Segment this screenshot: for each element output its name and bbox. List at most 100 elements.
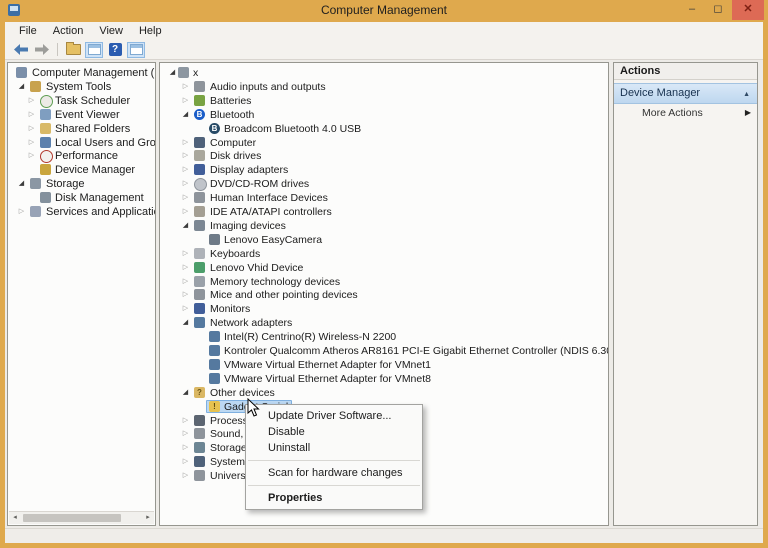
device-tree-item-vmware-virtual-ethernet-adapter-for-vmne[interactable]: VMware Virtual Ethernet Adapter for VMne…	[160, 358, 608, 372]
console-tree-item-device-manager[interactable]: Device Manager	[8, 163, 155, 177]
actions-group-device-manager[interactable]: Device Manager ▲	[614, 83, 757, 104]
collapsed-arrow-icon[interactable]: ▷	[181, 428, 190, 440]
context-menu-item-update-driver-software[interactable]: Update Driver Software...	[246, 408, 422, 424]
more-actions[interactable]: More Actions ▶	[614, 104, 757, 122]
device-tree-item-kontroler-qualcomm-atheros-ar8161-pci-e-[interactable]: Kontroler Qualcomm Atheros AR8161 PCI-E …	[160, 344, 608, 358]
console-tree-item-system-tools[interactable]: ◢System Tools	[8, 80, 155, 94]
device-tree-item-computer[interactable]: ▷Computer	[160, 136, 608, 150]
collapsed-arrow-icon[interactable]: ▷	[181, 276, 190, 288]
collapsed-arrow-icon[interactable]: ▷	[181, 137, 190, 149]
collapsed-arrow-icon[interactable]: ▷	[27, 137, 36, 149]
collapsed-arrow-icon[interactable]: ▷	[181, 164, 190, 176]
back-icon[interactable]	[12, 42, 30, 58]
collapsed-arrow-icon[interactable]: ▷	[27, 95, 36, 107]
collapsed-arrow-icon[interactable]: ▷	[181, 192, 190, 204]
device-tree-item-memory-technology-devices[interactable]: ▷Memory technology devices	[160, 275, 608, 289]
expanded-arrow-icon[interactable]: ◢	[17, 178, 26, 190]
device-tree-item-audio-inputs-and-outputs[interactable]: ▷Audio inputs and outputs	[160, 80, 608, 94]
context-menu-item-properties[interactable]: Properties	[246, 490, 422, 506]
forward-icon[interactable]	[33, 42, 51, 58]
menu-view[interactable]: View	[91, 25, 131, 37]
console-tree-item-local-users-and-groups[interactable]: ▷Local Users and Groups	[8, 136, 155, 150]
help-icon[interactable]: ?	[106, 42, 124, 58]
device-tree-item-network-adapters[interactable]: ◢Network adapters	[160, 316, 608, 330]
computer-management-window: Computer Management – ◻ ✕ FileActionView…	[0, 0, 768, 548]
expanded-arrow-icon[interactable]: ◢	[17, 81, 26, 93]
tree-item-label: Intel(R) Centrino(R) Wireless-N 2200	[224, 330, 396, 344]
device-tree-item-ide-ata-atapi-controllers[interactable]: ▷IDE ATA/ATAPI controllers	[160, 205, 608, 219]
horizontal-scrollbar[interactable]: ◂ ▸	[9, 511, 154, 524]
collapsed-arrow-icon[interactable]: ▷	[181, 95, 190, 107]
collapsed-arrow-icon[interactable]: ▷	[181, 289, 190, 301]
collapsed-arrow-icon[interactable]: ▷	[181, 81, 190, 93]
console-tree-item-event-viewer[interactable]: ▷Event Viewer	[8, 108, 155, 122]
close-button[interactable]: ✕	[732, 0, 764, 20]
expanded-arrow-icon[interactable]: ◢	[181, 109, 190, 121]
collapsed-arrow-icon[interactable]: ▷	[181, 456, 190, 468]
collapsed-arrow-icon[interactable]: ▷	[181, 248, 190, 260]
collapsed-arrow-icon[interactable]: ▷	[27, 150, 36, 162]
console-tree-toggle-icon[interactable]	[64, 42, 82, 58]
tree-item-label: Human Interface Devices	[210, 191, 328, 205]
device-tree-item-batteries[interactable]: ▷Batteries	[160, 94, 608, 108]
device-tree-item-keyboards[interactable]: ▷Keyboards	[160, 247, 608, 261]
console-tree-item-performance[interactable]: ▷Performance	[8, 149, 155, 163]
expanded-arrow-icon[interactable]: ◢	[181, 220, 190, 232]
device-tree-item-lenovo-vhid-device[interactable]: ▷Lenovo Vhid Device	[160, 261, 608, 275]
action-pane-window-icon[interactable]	[127, 42, 145, 58]
device-tree-item-bluetooth[interactable]: ◢BBluetooth	[160, 108, 608, 122]
minimize-button[interactable]: –	[680, 0, 704, 20]
battery-icon	[194, 95, 205, 106]
scrollbar-thumb[interactable]	[23, 514, 121, 522]
menu-help[interactable]: Help	[131, 25, 170, 37]
device-tree-item-x[interactable]: ◢x	[160, 66, 608, 80]
context-menu-item-disable[interactable]: Disable	[246, 424, 422, 440]
console-tree-item-task-scheduler[interactable]: ▷Task Scheduler	[8, 94, 155, 108]
scroll-left-icon[interactable]: ◂	[9, 512, 21, 524]
device-tree-item-intel-r-centrino-r-wireless-n-2200[interactable]: Intel(R) Centrino(R) Wireless-N 2200	[160, 330, 608, 344]
expand-arrow-icon[interactable]: ▶	[745, 104, 751, 122]
collapsed-arrow-icon[interactable]: ▷	[181, 442, 190, 454]
collapsed-arrow-icon[interactable]: ▷	[181, 206, 190, 218]
console-tree-item-computer-management-local[interactable]: Computer Management (Local)	[8, 66, 155, 80]
device-tree-item-disk-drives[interactable]: ▷Disk drives	[160, 149, 608, 163]
menu-file[interactable]: File	[11, 25, 45, 37]
collapsed-arrow-icon[interactable]: ▷	[181, 150, 190, 162]
collapsed-arrow-icon[interactable]: ▷	[181, 262, 190, 274]
console-tree-item-disk-management[interactable]: Disk Management	[8, 191, 155, 205]
menu-action[interactable]: Action	[45, 25, 92, 37]
console-tree-item-storage[interactable]: ◢Storage	[8, 177, 155, 191]
collapsed-arrow-icon[interactable]: ▷	[181, 178, 190, 190]
computer-icon	[194, 137, 205, 148]
collapsed-arrow-icon[interactable]: ▷	[181, 470, 190, 482]
expanded-arrow-icon[interactable]: ◢	[168, 67, 177, 79]
device-tree-item-broadcom-bluetooth-4-0-usb[interactable]: BBroadcom Bluetooth 4.0 USB	[160, 122, 608, 136]
scroll-right-icon[interactable]: ▸	[142, 512, 154, 524]
standard-window-icon[interactable]	[85, 42, 103, 58]
expanded-arrow-icon[interactable]: ◢	[181, 387, 190, 399]
collapsed-arrow-icon[interactable]: ▷	[27, 109, 36, 121]
device-tree-item-other-devices[interactable]: ◢?Other devices	[160, 386, 608, 400]
device-tree-item-display-adapters[interactable]: ▷Display adapters	[160, 163, 608, 177]
device-tree-item-vmware-virtual-ethernet-adapter-for-vmne[interactable]: VMware Virtual Ethernet Adapter for VMne…	[160, 372, 608, 386]
device-tree-item-human-interface-devices[interactable]: ▷ Human Interface Devices	[160, 191, 608, 205]
expanded-arrow-icon[interactable]: ◢	[181, 317, 190, 329]
tree-item-label: Shared Folders	[55, 122, 130, 136]
collapsed-arrow-icon[interactable]: ▷	[27, 123, 36, 135]
collapsed-arrow-icon[interactable]: ▷	[181, 303, 190, 315]
device-tree-item-dvd-cd-rom-drives[interactable]: ▷DVD/CD-ROM drives	[160, 177, 608, 191]
collapse-arrow-icon[interactable]: ▲	[743, 85, 750, 104]
console-tree-item-shared-folders[interactable]: ▷ Shared Folders	[8, 122, 155, 136]
context-menu-item-uninstall[interactable]: Uninstall	[246, 440, 422, 456]
collapsed-arrow-icon[interactable]: ▷	[17, 206, 26, 218]
console-tree-item-services-and-applications[interactable]: ▷Services and Applications	[8, 205, 155, 219]
collapsed-arrow-icon[interactable]: ▷	[181, 415, 190, 427]
context-menu-item-scan-for-hardware-changes[interactable]: Scan for hardware changes	[246, 465, 422, 481]
device-tree-item-imaging-devices[interactable]: ◢Imaging devices	[160, 219, 608, 233]
maximize-button[interactable]: ◻	[706, 0, 730, 20]
device-tree-item-mice-and-other-pointing-devices[interactable]: ▷Mice and other pointing devices	[160, 288, 608, 302]
sound-icon	[194, 428, 205, 439]
device-tree-item-lenovo-easycamera[interactable]: Lenovo EasyCamera	[160, 233, 608, 247]
network-adapter-icon	[209, 331, 220, 342]
device-tree-item-monitors[interactable]: ▷Monitors	[160, 302, 608, 316]
